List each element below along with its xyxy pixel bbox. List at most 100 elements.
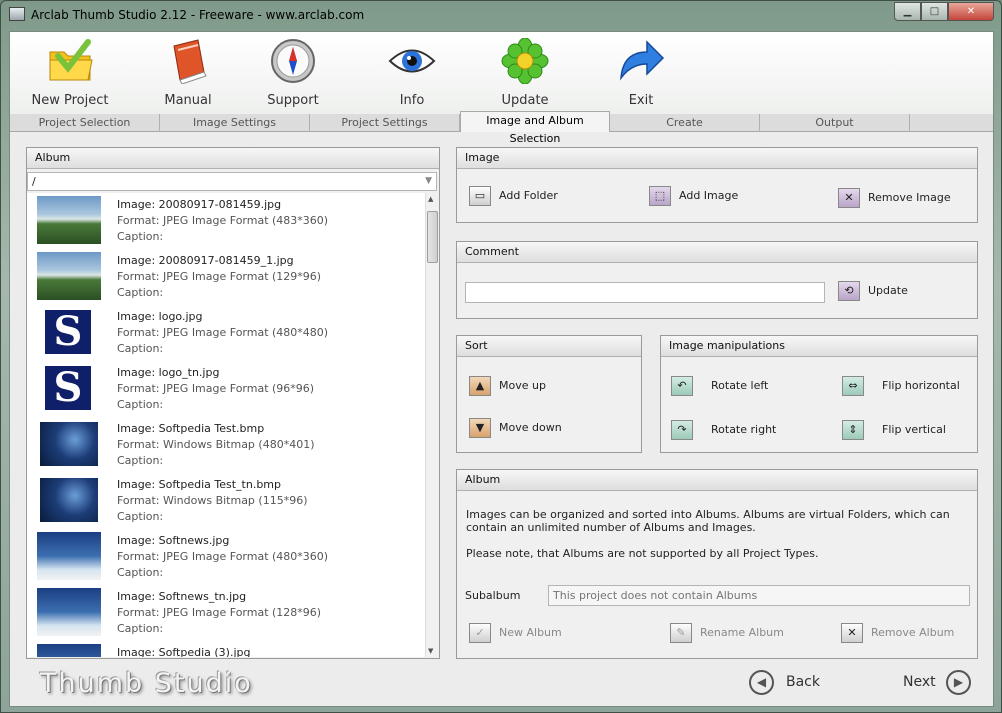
sort-panel-header: Sort	[457, 336, 641, 357]
update-label: Update	[501, 93, 549, 108]
exit-button[interactable]: Exit	[591, 36, 691, 112]
image-caption: Caption:	[117, 342, 164, 355]
support-label: Support	[267, 93, 319, 108]
scroll-up-icon[interactable]: ▲	[428, 195, 433, 203]
thumbnail-image	[37, 252, 101, 300]
list-item[interactable]: Image: Softpedia Test_tn.bmp Format: Win…	[27, 473, 425, 529]
rotate-right-icon: ↷	[671, 420, 693, 440]
support-button[interactable]: Support	[243, 36, 343, 112]
list-item[interactable]: Image: Softpedia Test.bmp Format: Window…	[27, 417, 425, 473]
subalbum-input[interactable]	[548, 585, 970, 606]
tab-image-and-album-selection[interactable]: Image and Album Selection	[460, 111, 610, 145]
flip-vertical-icon: ⇕	[842, 420, 864, 440]
remove-image-label: Remove Image	[868, 191, 951, 204]
image-manipulations-panel: Image manipulations ↶ Rotate left ↷ Rota…	[660, 335, 978, 453]
remove-icon: ✕	[841, 623, 863, 643]
image-format: Format: JPEG Image Format (129*96)	[117, 270, 322, 283]
remove-album-label: Remove Album	[871, 626, 955, 639]
image-manipulations-header: Image manipulations	[661, 336, 977, 357]
image-name: Image: 20080917-081459.jpg	[117, 198, 282, 211]
image-list[interactable]: Image: 20080917-081459.jpg Format: JPEG …	[27, 193, 425, 657]
pencil-icon: ✎	[670, 623, 692, 643]
flip-vertical-label: Flip vertical	[882, 423, 946, 436]
back-button[interactable]: ◀ Back	[749, 670, 849, 696]
image-format: Format: JPEG Image Format (96*96)	[117, 382, 315, 395]
update-comment-label: Update	[868, 284, 908, 297]
image-format: Format: JPEG Image Format (128*96)	[117, 606, 322, 619]
title-bar: Arclab Thumb Studio 2.12 - Freeware - ww…	[1, 1, 1001, 29]
tab-output[interactable]: Output	[760, 114, 910, 132]
new-project-label: New Project	[31, 93, 109, 108]
list-item[interactable]: Image: 20080917-081459_1.jpg Format: JPE…	[27, 249, 425, 305]
back-arrow-icon: ◀	[749, 670, 774, 695]
tab-create[interactable]: Create	[610, 114, 760, 132]
scrollbar-thumb[interactable]	[427, 211, 438, 263]
tab-image-settings[interactable]: Image Settings	[160, 114, 310, 132]
image-name: Image: Softnews.jpg	[117, 534, 230, 547]
book-icon	[173, 39, 207, 84]
refresh-icon: ⟲	[838, 281, 860, 301]
image-name: Image: Softpedia Test_tn.bmp	[117, 478, 282, 491]
list-item[interactable]: Image: Softpedia (3).jpg	[27, 641, 425, 657]
comment-input[interactable]	[465, 282, 825, 303]
image-format: Format: JPEG Image Format (480*360)	[117, 550, 329, 563]
client-area: New Project Manual Support Info Update E…	[9, 31, 994, 707]
info-button[interactable]: Info	[362, 36, 462, 112]
next-arrow-icon: ▶	[946, 670, 971, 695]
flip-horizontal-label: Flip horizontal	[882, 379, 960, 392]
close-button[interactable]: ✕	[948, 2, 994, 21]
move-up-icon: ▲	[469, 376, 491, 396]
thumbnail-image: S	[43, 308, 93, 356]
image-name: Image: logo.jpg	[117, 310, 203, 323]
list-item[interactable]: Image: Softnews_tn.jpg Format: JPEG Imag…	[27, 585, 425, 641]
image-caption: Caption:	[117, 286, 164, 299]
next-button[interactable]: Next ▶	[902, 670, 977, 696]
sort-panel: Sort ▲ Move up ▼ Move down	[456, 335, 642, 453]
maximize-button[interactable]: □	[921, 2, 948, 21]
thumbnail-image	[40, 422, 98, 466]
manual-button[interactable]: Manual	[138, 36, 238, 112]
update-button[interactable]: Update	[475, 36, 575, 112]
list-item[interactable]: S Image: logo.jpg Format: JPEG Image For…	[27, 305, 425, 361]
brand-logo-text: Thumb Studio	[40, 668, 253, 699]
image-name: Image: 20080917-081459_1.jpg	[117, 254, 294, 267]
tab-project-settings[interactable]: Project Settings	[310, 114, 460, 132]
list-item[interactable]: S Image: logo_tn.jpg Format: JPEG Image …	[27, 361, 425, 417]
rename-album-label: Rename Album	[700, 626, 784, 639]
image-format: Format: Windows Bitmap (480*401)	[117, 438, 315, 451]
flip-horizontal-icon: ⇔	[842, 376, 864, 396]
album-description: Images can be organized and sorted into …	[466, 508, 950, 534]
exit-label: Exit	[628, 93, 654, 108]
scroll-down-icon[interactable]: ▼	[428, 647, 433, 655]
folder-icon: ▭	[469, 186, 491, 206]
info-label: Info	[399, 93, 425, 108]
remove-icon: ✕	[838, 188, 860, 208]
new-project-button[interactable]: New Project	[20, 36, 120, 112]
checkmark-icon: ✓	[469, 623, 491, 643]
window-title: Arclab Thumb Studio 2.12 - Freeware - ww…	[31, 8, 365, 22]
rotate-left-label: Rotate left	[711, 379, 769, 392]
comment-panel-header: Comment	[457, 242, 977, 263]
app-window: Arclab Thumb Studio 2.12 - Freeware - ww…	[0, 0, 1002, 713]
image-format: Format: Windows Bitmap (115*96)	[117, 494, 308, 507]
chevron-down-icon: ▼	[425, 176, 432, 186]
list-item[interactable]: Image: 20080917-081459.jpg Format: JPEG …	[27, 193, 425, 249]
app-icon	[9, 7, 25, 21]
list-item[interactable]: Image: Softnews.jpg Format: JPEG Image F…	[27, 529, 425, 585]
image-panel-header: Image	[457, 148, 977, 169]
album-path-select[interactable]: / ▼	[27, 172, 437, 191]
move-down-label: Move down	[499, 421, 562, 434]
album-list-header: Album	[27, 148, 439, 169]
album-path-value: /	[32, 175, 36, 188]
minimize-button[interactable]: ▁	[894, 2, 921, 21]
comment-panel: Comment ⟲ Update	[456, 241, 978, 319]
image-name: Image: Softpedia Test.bmp	[117, 422, 265, 435]
image-caption: Caption:	[117, 566, 164, 579]
image-caption: Caption:	[117, 230, 164, 243]
list-scrollbar[interactable]: ▲ ▼	[425, 193, 438, 657]
rotate-left-icon: ↶	[671, 376, 693, 396]
back-label: Back	[786, 674, 820, 690]
tab-project-selection[interactable]: Project Selection	[10, 114, 160, 132]
album-support-note: Please note, that Albums are not support…	[466, 547, 819, 560]
move-down-icon: ▼	[469, 418, 491, 438]
